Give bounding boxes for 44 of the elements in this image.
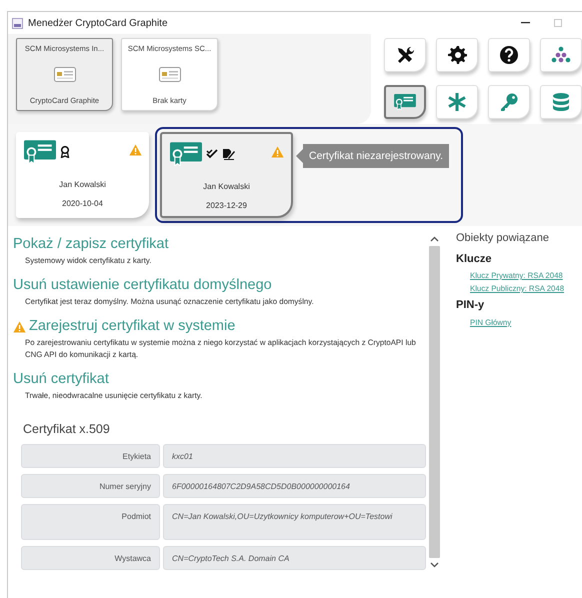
action-link[interactable]: Usuń ustawienie certyfikatu domyślnego xyxy=(13,277,272,294)
certificate-icon xyxy=(394,94,416,110)
certificate-date: 2020-10-04 xyxy=(61,198,104,210)
tools-icon xyxy=(395,45,415,65)
certificate-date: 2023-12-29 xyxy=(205,200,248,212)
action-link[interactable]: Usuń certyfikat xyxy=(13,371,109,388)
help-icon xyxy=(499,45,519,65)
group-heading: Klucze xyxy=(456,252,492,266)
action-link[interactable]: Pokaż / zapisz certyfikat xyxy=(13,236,169,253)
certificate-icon xyxy=(24,140,56,164)
certificate-icon xyxy=(170,142,202,166)
settings-icon xyxy=(447,45,467,65)
scroll-down-icon[interactable] xyxy=(430,562,438,568)
owner-name: Jan Kowalski xyxy=(202,181,251,193)
key-icon xyxy=(499,92,519,112)
owner-name: Jan Kowalski xyxy=(58,179,107,191)
field-value: 6F00000164807C2D9A58CD5D0B000000000164 xyxy=(163,474,426,498)
certificate-tile[interactable]: Jan Kowalski 2023-12-29 xyxy=(160,132,293,218)
panel-title: Obiekty powiązane xyxy=(456,231,550,246)
app-icon xyxy=(12,18,23,28)
group-heading: PIN-y xyxy=(456,298,486,313)
field-label: Podmiot xyxy=(21,504,160,540)
field-label: Numer seryjny xyxy=(21,474,160,498)
field-value: CN=Jan Kowalski,OU=Uzytkownicy komputerow+OU=Testowi xyxy=(163,504,426,540)
field-value: kxc01 xyxy=(163,444,426,468)
award-icon xyxy=(60,146,70,158)
asterisk-icon xyxy=(447,92,467,112)
nodes-icon xyxy=(551,45,571,65)
database-icon xyxy=(551,92,571,112)
field-value: CN=CryptoTech S.A. Domain CA xyxy=(163,546,426,570)
tooltip: Certyfikat niezarejestrowany. xyxy=(296,144,450,168)
section-heading: Certyfikat x.509 xyxy=(23,421,111,438)
window-title: Menedżer CryptoCard Graphite xyxy=(28,16,168,30)
minimize-icon[interactable] xyxy=(521,22,530,24)
scroll-up-icon[interactable] xyxy=(430,236,438,242)
field-label: Etykieta xyxy=(21,444,160,468)
smart-card-icon xyxy=(54,67,76,82)
certificate-tile[interactable]: Jan Kowalski 2020-10-04 xyxy=(16,132,149,218)
double-check-icon xyxy=(206,149,218,159)
signature-icon xyxy=(222,148,235,160)
scrollbar-thumb[interactable] xyxy=(428,246,440,558)
field-label: Wystawca xyxy=(21,546,160,570)
smart-card-icon xyxy=(158,67,180,82)
action-link[interactable]: Zarejestruj certyfikat w systemie xyxy=(29,318,236,335)
